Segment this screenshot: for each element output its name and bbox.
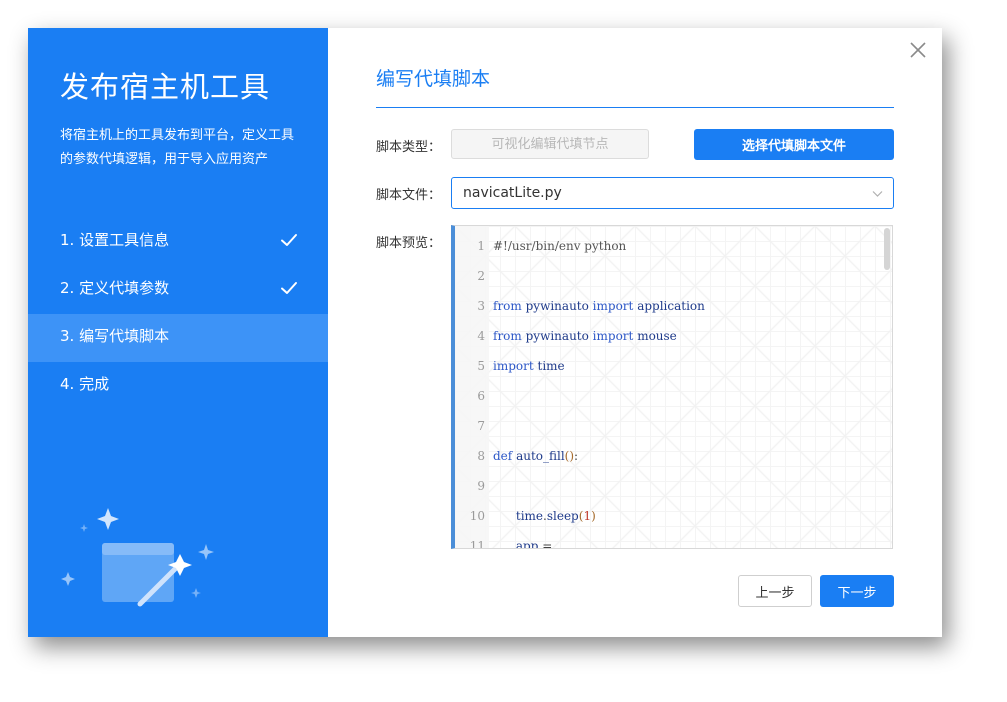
- line-number: 11: [469, 539, 485, 549]
- choose-script-file-button[interactable]: 选择代填脚本文件: [694, 129, 894, 160]
- line-number: 6: [477, 389, 485, 403]
- close-icon[interactable]: [908, 40, 928, 60]
- code-text: def auto_fill():: [493, 449, 579, 463]
- wizard-sidebar: 发布宿主机工具 将宿主机上的工具发布到平台，定义工具的参数代填逻辑，用于导入应用…: [28, 28, 328, 637]
- magic-wand-window-icon: [61, 508, 214, 607]
- code-line: 9: [455, 471, 885, 501]
- previous-step-button[interactable]: 上一步: [738, 575, 812, 607]
- line-number: 10: [469, 509, 485, 523]
- code-text: #!/usr/bin/env python: [493, 239, 627, 253]
- wizard-step-1[interactable]: 1. 设置工具信息: [28, 218, 328, 266]
- code-text: from pywinauto import mouse: [493, 329, 677, 343]
- sidebar-title: 发布宿主机工具: [60, 70, 271, 104]
- code-lines: 1 #!/usr/bin/env python 2 3 from pywinauto i…: [455, 231, 885, 549]
- wizard-steps: 1. 设置工具信息 2. 定义代填参数 3. 编写代填脚本 4. 完成: [28, 218, 328, 410]
- code-text: time.sleep(1): [515, 509, 596, 523]
- code-line: 1 #!/usr/bin/env python: [455, 231, 885, 261]
- wizard-step-label: 3. 编写代填脚本: [60, 327, 170, 345]
- wizard-step-label: 4. 完成: [60, 375, 110, 393]
- code-text: app =: [515, 539, 553, 549]
- line-number: 1: [477, 239, 485, 253]
- wizard-step-label: 2. 定义代填参数: [60, 279, 170, 297]
- editor-scrollbar[interactable]: [884, 228, 890, 270]
- sidebar-description: 将宿主机上的工具发布到平台，定义工具的参数代填逻辑，用于导入应用资产: [60, 128, 295, 167]
- code-line: 8 def auto_fill():: [455, 441, 885, 471]
- line-number: 7: [477, 419, 485, 433]
- wizard-step-4[interactable]: 4. 完成: [28, 362, 328, 410]
- check-icon: [281, 234, 297, 246]
- line-number: 3: [477, 299, 485, 313]
- publish-host-tool-dialog: 发布宿主机工具 将宿主机上的工具发布到平台，定义工具的参数代填逻辑，用于导入应用…: [28, 28, 942, 637]
- code-line: 3 from pywinauto import application: [455, 291, 885, 321]
- code-text: import time: [493, 359, 565, 373]
- page-title: 编写代填脚本: [376, 68, 491, 90]
- code-line: 4 from pywinauto import mouse: [455, 321, 885, 351]
- next-step-button[interactable]: 下一步: [820, 575, 894, 607]
- line-number: 5: [477, 359, 485, 373]
- code-line: 2: [455, 261, 885, 291]
- code-line: 5 import time: [455, 351, 885, 381]
- chevron-down-icon: [872, 191, 883, 197]
- script-type-field: 可视化编辑代填节点: [451, 129, 649, 159]
- check-icon: [281, 282, 297, 294]
- line-number: 4: [477, 329, 485, 343]
- title-divider: [376, 107, 894, 108]
- line-number: 8: [477, 449, 485, 463]
- main-panel: 编写代填脚本 脚本类型： 可视化编辑代填节点 选择代填脚本文件 脚本文件： na…: [328, 28, 942, 637]
- script-preview-label: 脚本预览：: [376, 236, 442, 251]
- code-line: 7: [455, 411, 885, 441]
- line-number: 2: [477, 269, 485, 283]
- wizard-step-2[interactable]: 2. 定义代填参数: [28, 266, 328, 314]
- code-text: from pywinauto import application: [493, 299, 705, 313]
- wizard-step-3[interactable]: 3. 编写代填脚本: [28, 314, 328, 362]
- script-preview-editor[interactable]: 1 #!/usr/bin/env python 2 3 from pywinauto i…: [451, 225, 893, 549]
- script-file-value: navicatLite.py: [463, 185, 562, 201]
- script-file-label: 脚本文件：: [376, 188, 442, 203]
- line-number: 9: [477, 479, 485, 493]
- code-line: 6: [455, 381, 885, 411]
- script-file-select[interactable]: navicatLite.py: [451, 177, 894, 209]
- script-type-label: 脚本类型：: [376, 140, 442, 155]
- wizard-step-label: 1. 设置工具信息: [60, 231, 170, 249]
- code-line: 11 app =: [455, 531, 885, 549]
- code-line: 10 time.sleep(1): [455, 501, 885, 531]
